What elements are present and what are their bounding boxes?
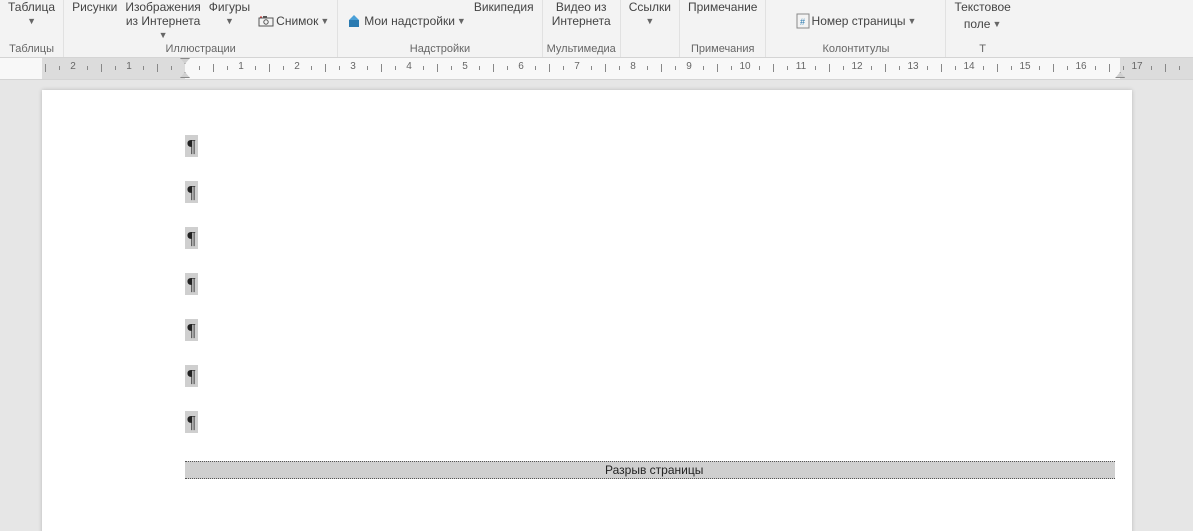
- paragraph[interactable]: ¶: [185, 319, 1102, 365]
- ribbon: Таблица ▼ Таблицы Рисунки Изображения из…: [0, 0, 1193, 58]
- textbox-button-label-1: Текстовое: [954, 0, 1010, 14]
- document-area[interactable]: ¶ ¶ ¶ ¶ ¶ ¶ ¶ Разрыв страницы: [0, 80, 1193, 531]
- online-video-button-label-2: Интернета: [552, 14, 611, 28]
- pilcrow-icon: ¶: [185, 135, 198, 157]
- my-addins-button[interactable]: Мои надстройки ▼: [342, 0, 470, 42]
- ruler-number: 10: [739, 61, 750, 72]
- page-number-button[interactable]: # Номер страницы ▼: [792, 0, 921, 42]
- page-break[interactable]: Разрыв страницы: [185, 461, 1115, 479]
- screenshot-button-label: Снимок: [276, 11, 318, 31]
- ruler-number: 15: [1019, 61, 1030, 72]
- ruler-number: 14: [963, 61, 974, 72]
- wikipedia-button-label: Википедия: [474, 0, 534, 14]
- group-tables: Таблица ▼ Таблицы: [0, 0, 64, 57]
- ruler-number: 2: [70, 61, 76, 72]
- comment-button-label: Примечание: [688, 0, 757, 14]
- chevron-down-icon: ▼: [320, 14, 329, 28]
- group-headerfooter-label: Колонтитулы: [822, 42, 889, 56]
- shapes-button[interactable]: Фигуры ▼: [205, 0, 254, 42]
- chevron-down-icon: ▼: [992, 17, 1001, 31]
- pilcrow-icon: ¶: [185, 319, 198, 341]
- group-media: Видео из Интернета Мультимедиа: [543, 0, 621, 57]
- group-links: Ссылки ▼: [621, 0, 680, 57]
- ruler-number: 17: [1131, 61, 1142, 72]
- chevron-down-icon: ▼: [27, 14, 36, 28]
- group-headerfooter: # Номер страницы ▼ Колонтитулы: [766, 0, 946, 57]
- table-button-label: Таблица: [8, 0, 55, 14]
- page-number-button-label: Номер страницы: [812, 11, 906, 31]
- paragraph[interactable]: ¶: [185, 273, 1102, 319]
- paragraph[interactable]: ¶: [185, 181, 1102, 227]
- ruler-number: 7: [574, 61, 580, 72]
- chevron-down-icon: ▼: [645, 14, 654, 28]
- chevron-down-icon: ▼: [225, 14, 234, 28]
- page[interactable]: ¶ ¶ ¶ ¶ ¶ ¶ ¶ Разрыв страницы: [42, 90, 1132, 531]
- group-comments: Примечание Примечания: [680, 0, 766, 57]
- ruler-number: 6: [518, 61, 524, 72]
- ruler-number: 2: [294, 61, 300, 72]
- ruler-number: 16: [1075, 61, 1086, 72]
- chevron-down-icon: ▼: [907, 14, 916, 28]
- links-button[interactable]: Ссылки ▼: [625, 0, 675, 42]
- group-media-label: Мультимедиа: [547, 42, 616, 56]
- group-addins-label: Надстройки: [410, 42, 470, 56]
- comment-button[interactable]: Примечание: [684, 0, 761, 42]
- horizontal-ruler[interactable]: 211234567891011121314151617: [0, 58, 1193, 80]
- group-tables-label: Таблицы: [9, 42, 54, 56]
- online-video-button-label-1: Видео из: [556, 0, 607, 14]
- screenshot-button[interactable]: Снимок ▼: [254, 0, 333, 42]
- ruler-number: 5: [462, 61, 468, 72]
- ruler-number: 1: [126, 61, 132, 72]
- my-addins-button-label: Мои надстройки: [364, 11, 455, 31]
- shapes-button-label: Фигуры: [209, 0, 250, 14]
- ruler-number: 12: [851, 61, 862, 72]
- chevron-down-icon: ▼: [457, 14, 466, 28]
- paragraph[interactable]: ¶: [185, 411, 1102, 457]
- store-icon: [346, 14, 362, 28]
- page-number-icon: #: [796, 13, 810, 29]
- ruler-number: 11: [796, 61, 806, 72]
- paragraph[interactable]: ¶: [185, 227, 1102, 273]
- textbox-button[interactable]: Текстовое поле ▼: [950, 0, 1014, 42]
- pilcrow-icon: ¶: [185, 227, 198, 249]
- pictures-button[interactable]: Рисунки: [68, 0, 121, 42]
- group-illustrations-label: Иллюстрации: [165, 42, 235, 56]
- pilcrow-icon: ¶: [185, 181, 198, 203]
- group-text: Текстовое поле ▼ Т: [946, 0, 1018, 57]
- pilcrow-icon: ¶: [185, 273, 198, 295]
- group-comments-label: Примечания: [691, 42, 755, 56]
- page-break-label: Разрыв страницы: [605, 463, 703, 477]
- ruler-number: 8: [630, 61, 636, 72]
- paragraph[interactable]: ¶: [185, 365, 1102, 411]
- paragraph[interactable]: ¶: [185, 135, 1102, 181]
- ruler-number: 1: [238, 61, 244, 72]
- camera-icon: [258, 15, 274, 27]
- svg-text:#: #: [800, 17, 805, 27]
- online-images-button-label-2: из Интернета: [126, 14, 200, 28]
- group-illustrations: Рисунки Изображения из Интернета ▼ Фигур…: [64, 0, 338, 57]
- online-video-button[interactable]: Видео из Интернета: [548, 0, 615, 42]
- online-images-button-label-1: Изображения: [125, 0, 200, 14]
- links-button-label: Ссылки: [629, 0, 671, 14]
- chevron-down-icon: ▼: [159, 28, 168, 42]
- ruler-number: 4: [406, 61, 412, 72]
- group-text-label: Т: [979, 42, 986, 56]
- pilcrow-icon: ¶: [185, 365, 198, 387]
- online-images-button[interactable]: Изображения из Интернета ▼: [121, 0, 204, 42]
- ruler-number: 3: [350, 61, 356, 72]
- pictures-button-label: Рисунки: [72, 0, 117, 14]
- pilcrow-icon: ¶: [185, 411, 198, 433]
- ruler-number: 9: [686, 61, 692, 72]
- group-addins: Мои надстройки ▼ Википедия Надстройки: [338, 0, 542, 57]
- textbox-button-label-2: поле: [964, 14, 991, 34]
- table-button[interactable]: Таблица ▼: [4, 0, 59, 42]
- wikipedia-button[interactable]: Википедия: [470, 0, 538, 42]
- ruler-number: 13: [907, 61, 918, 72]
